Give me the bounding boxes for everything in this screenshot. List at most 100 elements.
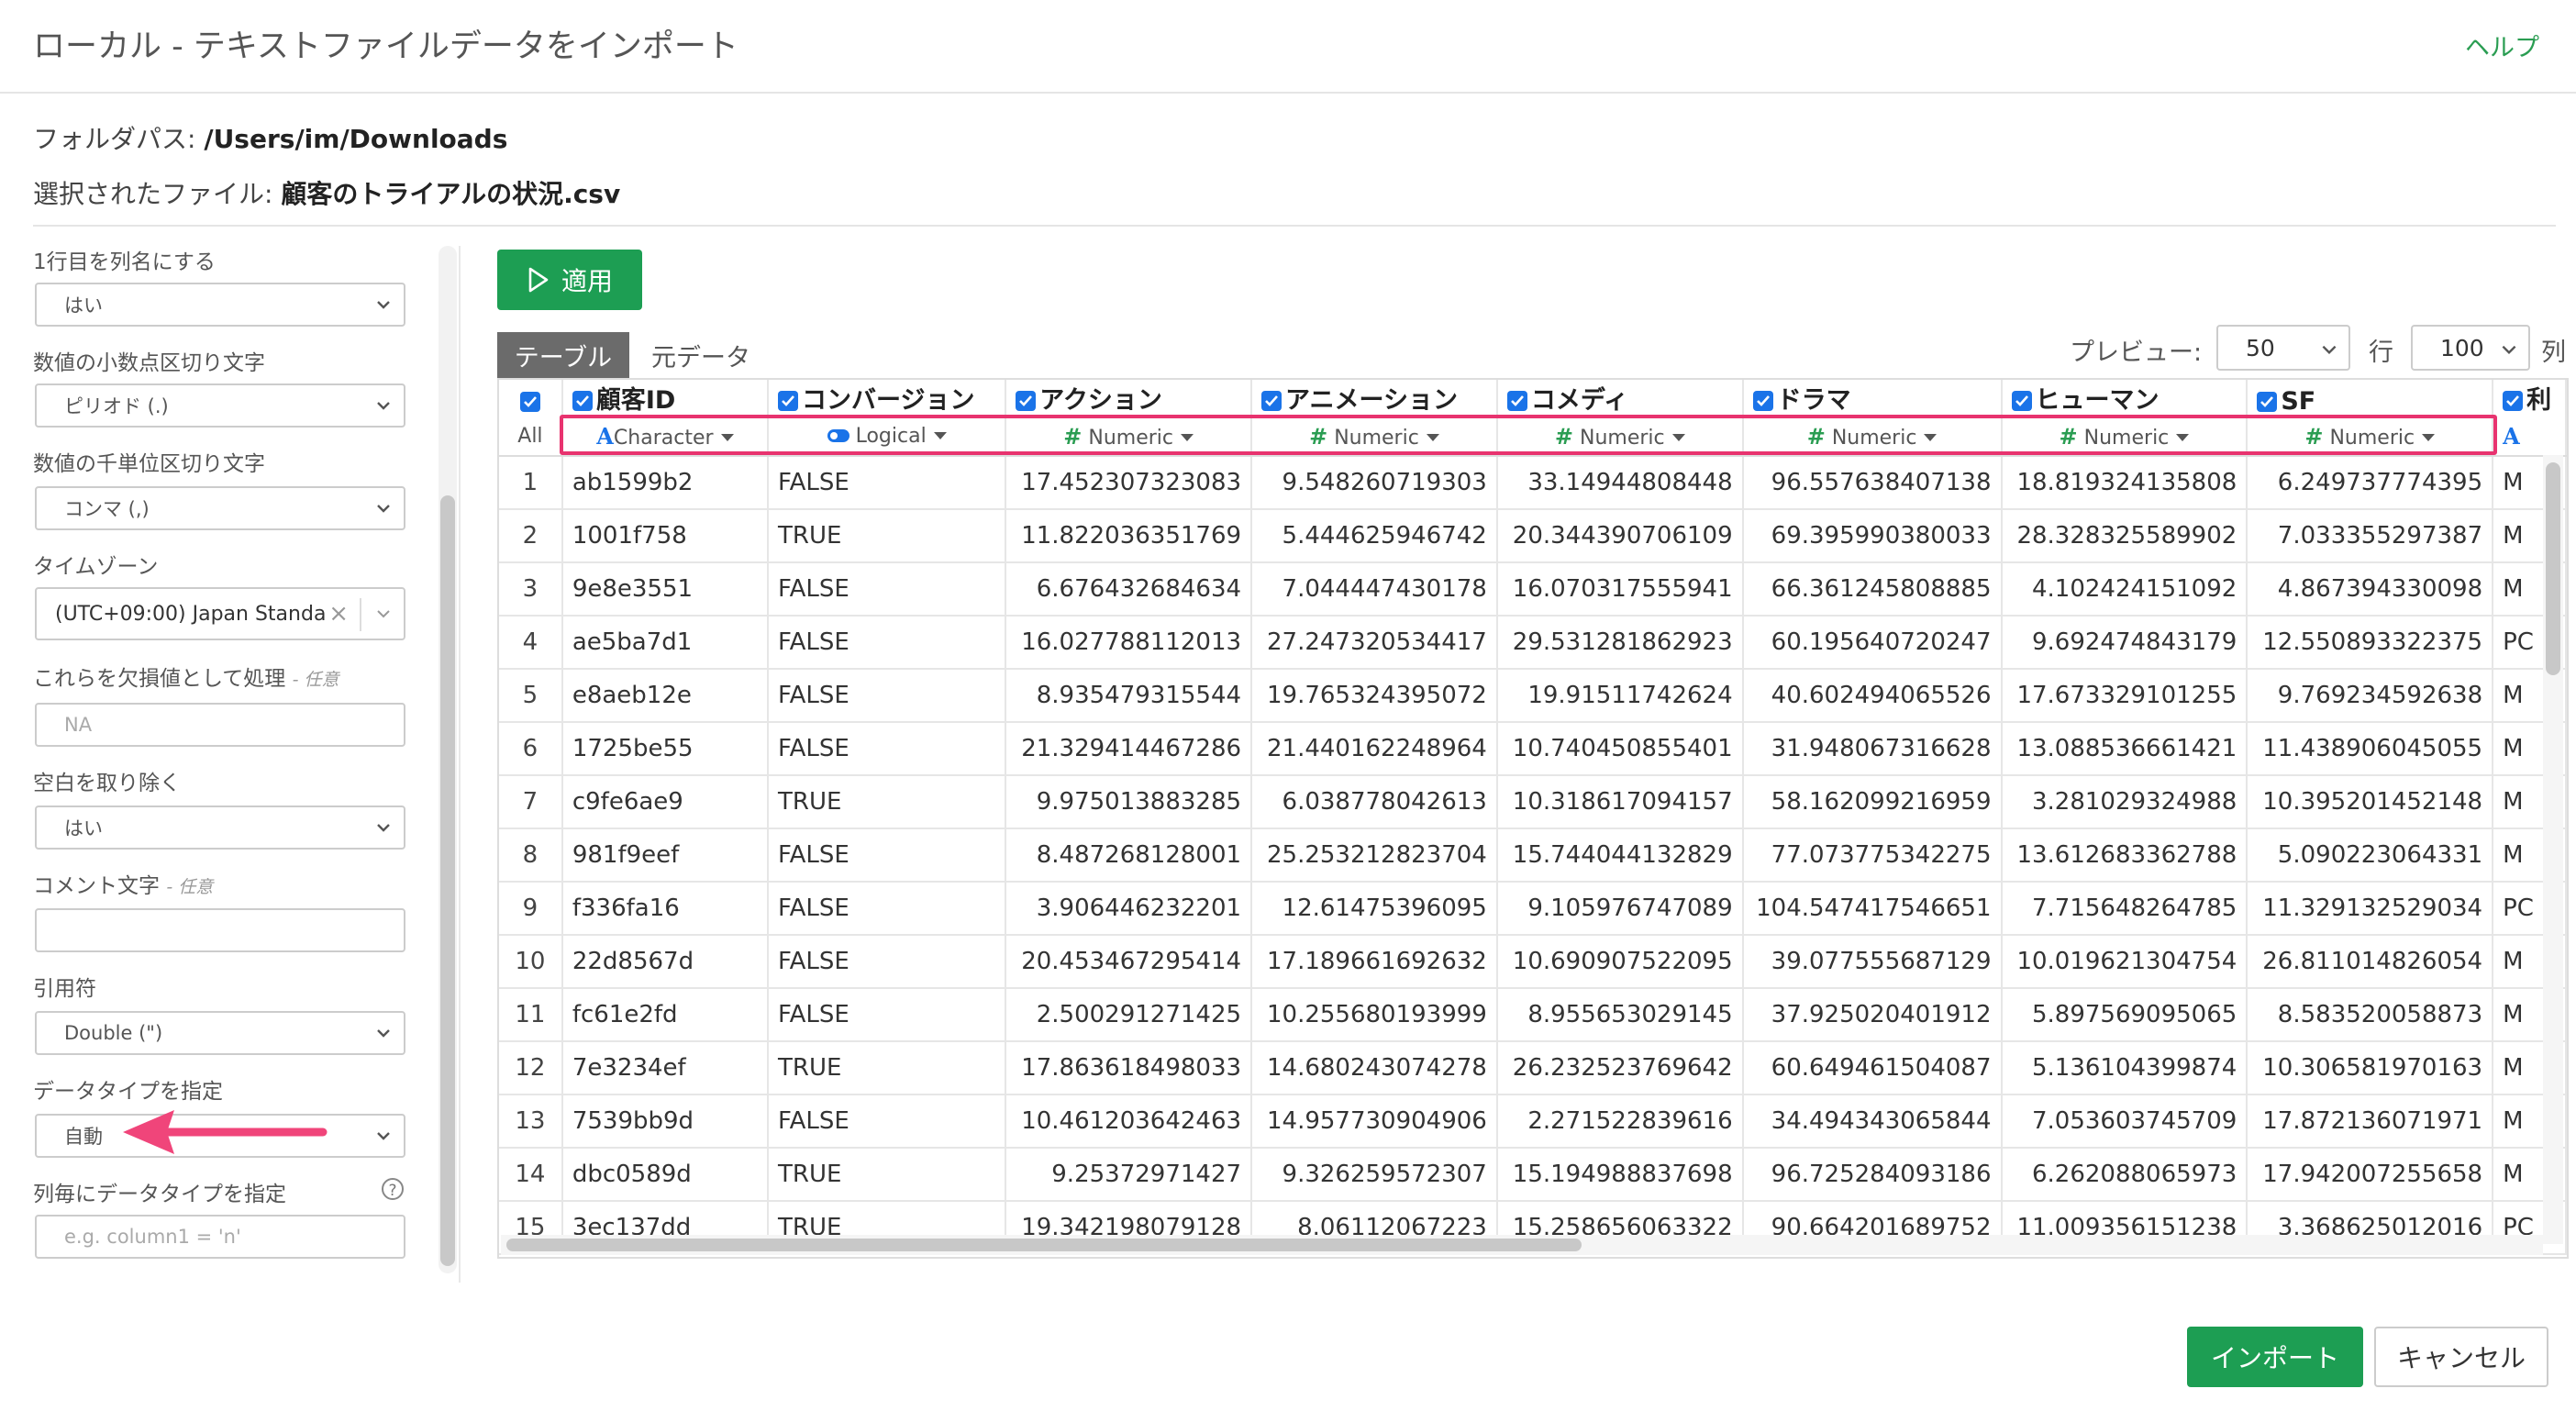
numeric-type-icon: # — [1309, 423, 1328, 450]
column-name: コンバージョン — [802, 386, 975, 415]
preview-rows-value: 50 — [2246, 334, 2275, 361]
folder-path-label: フォルダパス: — [33, 124, 205, 154]
column-checkbox[interactable] — [1016, 391, 1037, 411]
row-number: 1 — [499, 456, 563, 510]
row-number: 14 — [499, 1148, 563, 1202]
chevron-down-icon — [377, 505, 390, 513]
header-row-select[interactable]: はい — [35, 283, 405, 327]
preview-cols-select[interactable]: 100 — [2411, 325, 2530, 371]
table-cell: 14.957730904906 — [1251, 1094, 1498, 1149]
folder-path: フォルダパス: /Users/im/Downloads — [33, 119, 507, 156]
table-vertical-scrollbar[interactable] — [2543, 455, 2563, 1244]
numeric-type-icon: # — [1554, 423, 1573, 450]
column-type-label: Numeric — [1334, 426, 1419, 450]
scrollbar-thumb[interactable] — [506, 1239, 1582, 1251]
select-all-checkbox[interactable] — [519, 392, 540, 412]
selected-file: 選択されたファイル: 顧客のトライアルの状況.csv — [33, 174, 620, 211]
datatype-label: データタイプを指定 — [33, 1080, 223, 1104]
apply-label: 適用 — [561, 266, 613, 296]
column-checkbox[interactable] — [2503, 391, 2524, 411]
caret-down-icon — [933, 432, 947, 439]
trim-value: はい — [64, 817, 103, 839]
sidebar-scrollbar[interactable] — [439, 246, 457, 1273]
column-type-select[interactable]: # Numeric — [2001, 417, 2248, 457]
preview-rows-select[interactable]: 50 — [2216, 325, 2350, 371]
table-cell: 2.500291271425 — [1005, 988, 1253, 1042]
table-cell: FALSE — [768, 882, 1007, 936]
quote-select[interactable]: Double (") — [35, 1011, 405, 1055]
scrollbar-thumb[interactable] — [2546, 462, 2560, 675]
cancel-button[interactable]: キャンセル — [2374, 1327, 2548, 1387]
column-name: アニメーション — [1285, 386, 1458, 415]
table-cell: 9.105976747089 — [1496, 882, 1744, 936]
na-input[interactable]: NA — [35, 703, 405, 747]
tab-raw-data[interactable]: 元データ — [651, 338, 750, 373]
help-link[interactable]: ヘルプ — [2465, 28, 2539, 63]
table-cell: 4.867394330098 — [2247, 562, 2494, 617]
column-header: コメディ — [1496, 380, 1744, 417]
preview-label: プレビュー: — [2070, 339, 2203, 367]
selected-file-label: 選択されたファイル: — [33, 179, 282, 209]
scrollbar-thumb[interactable] — [440, 495, 455, 1266]
timezone-label: タイムゾーン — [33, 555, 159, 579]
table-cell: 34.494343065844 — [1742, 1094, 2003, 1149]
table-cell: TRUE — [768, 1148, 1007, 1202]
decimal-select[interactable]: ピリオド (.) — [35, 383, 405, 428]
table-cell: 7539bb9d — [561, 1094, 770, 1149]
table-cell: 10.395201452148 — [2247, 775, 2494, 829]
col-types-input[interactable]: e.g. column1 = 'n' — [35, 1215, 405, 1259]
thousands-select[interactable]: コンマ (,) — [35, 486, 405, 530]
table-cell: 3.906446232201 — [1005, 882, 1253, 936]
character-type-icon: A — [596, 423, 614, 450]
column-checkbox[interactable] — [2257, 392, 2278, 412]
column-checkbox[interactable] — [2011, 391, 2032, 411]
annotation-arrow-icon — [123, 1110, 328, 1154]
data-table: 顧客ID コンバージョン アクション アニメーション コメディ ドラマ ヒューマン SF 利 Al… — [499, 380, 2567, 1255]
clear-icon[interactable]: × — [328, 600, 349, 628]
column-checkbox[interactable] — [778, 391, 799, 411]
table-cell: FALSE — [768, 456, 1007, 510]
column-type-select[interactable]: A — [2493, 417, 2567, 457]
chevron-down-icon — [377, 1132, 390, 1140]
table-cell: 6.262088065973 — [2001, 1148, 2248, 1202]
table-cell: 96.725284093186 — [1742, 1148, 2003, 1202]
import-button[interactable]: インポート — [2187, 1327, 2363, 1387]
table-cell: 12.61475396095 — [1251, 882, 1498, 936]
chevron-down-icon — [377, 824, 390, 832]
column-type-select[interactable]: # Numeric — [1005, 417, 1253, 457]
column-checkbox[interactable] — [1506, 391, 1527, 411]
table-cell: 39.077555687129 — [1742, 935, 2003, 989]
timezone-select[interactable]: (UTC+09:00) Japan Standa × — [35, 587, 405, 640]
table-cell: 10.690907522095 — [1496, 935, 1744, 989]
column-header: 利 — [2493, 380, 2567, 417]
column-checkbox[interactable] — [1261, 391, 1282, 411]
column-type-select[interactable]: # Numeric — [1251, 417, 1498, 457]
help-icon[interactable]: ? — [382, 1178, 404, 1200]
table-row: 6 1725be55 FALSE 21.329414467286 21.44016224… — [499, 722, 2567, 776]
table-horizontal-scrollbar[interactable] — [501, 1235, 2543, 1255]
column-checkbox[interactable] — [1752, 391, 1773, 411]
comment-input[interactable] — [35, 908, 405, 952]
apply-button[interactable]: 適用 — [497, 250, 642, 310]
selected-file-value: 顧客のトライアルの状況.csv — [281, 179, 621, 209]
table-cell: 29.531281862923 — [1496, 616, 1744, 670]
column-type-select[interactable]: # Numeric — [1742, 417, 2003, 457]
tab-table[interactable]: テーブル — [497, 332, 629, 378]
column-type-select[interactable]: ACharacter — [561, 417, 770, 457]
column-type-select[interactable]: # Numeric — [1496, 417, 1744, 457]
column-type-select[interactable]: Logical — [768, 417, 1007, 457]
row-number: 2 — [499, 509, 563, 563]
column-type-select[interactable]: # Numeric — [2247, 417, 2494, 457]
table-row: 10 22d8567d FALSE 20.453467295414 17.1896616… — [499, 935, 2567, 989]
table-cell: 5.136104399874 — [2001, 1041, 2248, 1095]
column-checkbox[interactable] — [572, 391, 593, 411]
table-cell: FALSE — [768, 722, 1007, 776]
table-row: 12 7e3234ef TRUE 17.863618498033 14.68024307… — [499, 1041, 2567, 1095]
table-cell: 33.14944808448 — [1496, 456, 1744, 510]
table-cell: 13.612683362788 — [2001, 828, 2248, 883]
table-cell: 19.765324395072 — [1251, 669, 1498, 723]
chevron-down-icon — [2502, 345, 2516, 355]
thousands-value: コンマ (,) — [64, 498, 150, 520]
trim-select[interactable]: はい — [35, 805, 405, 850]
table-cell: 9.548260719303 — [1251, 456, 1498, 510]
